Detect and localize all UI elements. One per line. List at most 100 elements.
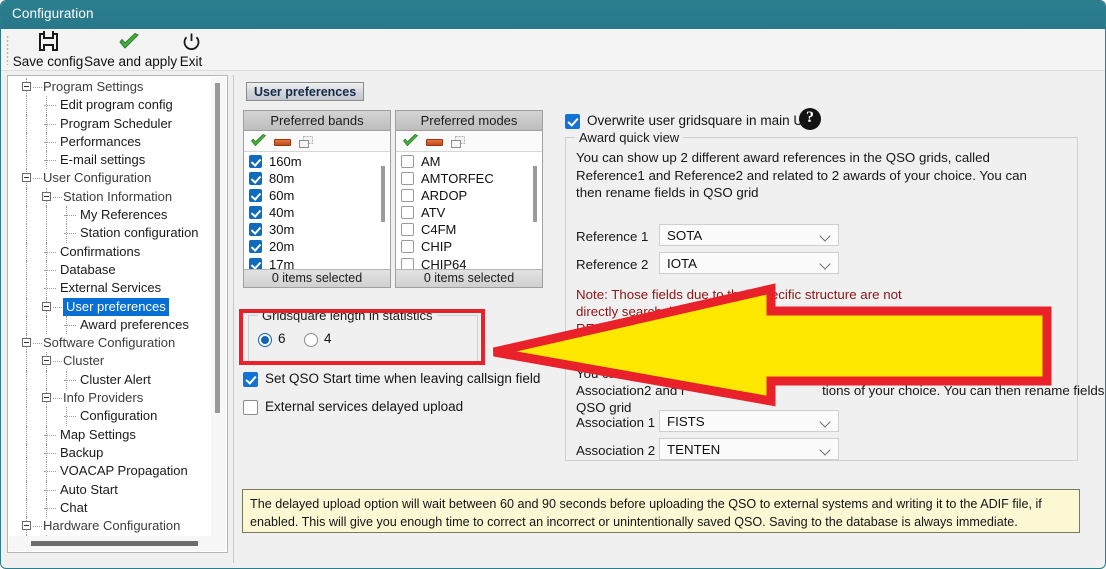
deselect-all-icon[interactable] <box>274 139 291 146</box>
preferred-modes-list[interactable]: AMAMTORFECARDOPATVC4FMCHIPCHIP64CHIP128 <box>396 153 542 269</box>
mode-item[interactable]: C4FM <box>396 221 542 238</box>
question-mark-icon[interactable]: ? <box>799 108 821 130</box>
set-qso-start-checkbox[interactable] <box>243 372 258 387</box>
band-checkbox[interactable] <box>249 155 262 168</box>
tree-expander-icon[interactable] <box>22 82 31 91</box>
sidebar-item-e-mail-settings[interactable]: E-mail settings <box>8 151 211 170</box>
settings-tree[interactable]: Program Settings Edit program config Progr… <box>8 76 211 536</box>
modes-scrollbar[interactable] <box>529 154 541 268</box>
tab-user-preferences[interactable]: User preferences <box>246 82 365 101</box>
sidebar-item-map-settings[interactable]: Map Settings <box>8 425 211 444</box>
tree-expander-icon[interactable] <box>42 191 51 201</box>
sidebar-item-user-preferences[interactable]: User preferences <box>8 297 211 316</box>
award-note-line2: directly searchable. You can search thro… <box>576 304 857 319</box>
sidebar-item-auto-start[interactable]: Auto Start <box>8 480 211 499</box>
exit-button[interactable]: Exit <box>171 31 211 69</box>
gridsquare-length-4-radio[interactable] <box>304 333 318 347</box>
save-config-button[interactable]: Save config <box>10 31 86 69</box>
band-checkbox[interactable] <box>249 172 262 186</box>
sidebar-item-my-references[interactable]: My References <box>8 206 211 225</box>
invert-selection-icon[interactable] <box>451 136 467 154</box>
gridsquare-length-4-label: 4 <box>324 331 332 346</box>
sidebar-item-label: Station configuration <box>80 225 199 241</box>
tree-expander-icon[interactable] <box>42 301 51 311</box>
mode-checkbox[interactable] <box>401 223 414 237</box>
invert-selection-icon[interactable] <box>299 136 315 154</box>
toolbar-grip[interactable] <box>6 35 9 65</box>
sidebar-item-label: Cluster Alert <box>80 371 151 387</box>
sidebar-item-database[interactable]: Database <box>8 260 211 280</box>
gridsquare-length-6-radio[interactable] <box>258 333 272 347</box>
external-delayed-upload-checkbox[interactable] <box>243 400 258 415</box>
tree-expander-icon[interactable] <box>42 393 51 403</box>
sidebar-item-award-preferences[interactable]: Award preferences <box>8 315 211 335</box>
tree-vscroll-thumb[interactable] <box>215 83 220 413</box>
mode-item[interactable]: CHIP64 <box>396 256 542 269</box>
mode-checkbox[interactable] <box>401 172 414 186</box>
band-item[interactable]: 20m <box>244 238 390 255</box>
association1-select[interactable]: FISTS <box>659 410 839 432</box>
band-item[interactable]: 40m <box>244 204 390 221</box>
sidebar-item-configuration[interactable]: Configuration <box>8 407 211 426</box>
sidebar-item-program-scheduler[interactable]: Program Scheduler <box>8 114 211 133</box>
mode-item[interactable]: ARDOP <box>396 187 542 204</box>
mode-checkbox[interactable] <box>401 189 414 203</box>
sidebar-item-voacap-propagation[interactable]: VOACAP Propagation <box>8 462 211 481</box>
sidebar-item-user-configuration[interactable]: User Configuration <box>8 169 211 188</box>
sidebar-item-backup[interactable]: Backup <box>8 443 211 463</box>
bands-scrollbar[interactable] <box>377 154 389 268</box>
sidebar-item-cluster-alert[interactable]: Cluster Alert <box>8 370 211 390</box>
preferred-bands-list[interactable]: 160m80m60m40m30m20m17m15m <box>244 153 390 269</box>
band-checkbox[interactable] <box>249 257 262 269</box>
mode-checkbox[interactable] <box>401 206 414 220</box>
band-checkbox[interactable] <box>249 223 262 237</box>
mode-checkbox[interactable] <box>401 240 414 254</box>
deselect-all-icon[interactable] <box>426 139 443 146</box>
sidebar-item-hardware-configuration[interactable]: Hardware Configuration <box>8 517 211 536</box>
mode-checkbox[interactable] <box>401 155 414 168</box>
select-all-icon[interactable] <box>250 133 267 153</box>
band-checkbox[interactable] <box>249 240 262 254</box>
band-checkbox[interactable] <box>249 206 262 220</box>
sidebar-item-label: Edit program config <box>60 97 173 113</box>
mode-checkbox[interactable] <box>401 257 414 269</box>
tree-expander-icon[interactable] <box>42 356 51 366</box>
band-item[interactable]: 17m <box>244 256 390 269</box>
reference1-select[interactable]: SOTA <box>659 224 839 246</box>
sidebar-item-station-information[interactable]: Station Information <box>8 187 211 207</box>
overwrite-gridsquare-checkbox[interactable] <box>565 114 580 129</box>
tree-expander-icon[interactable] <box>22 521 31 531</box>
sidebar-item-edit-program-config[interactable]: Edit program config <box>8 96 211 115</box>
sidebar-item-info-providers[interactable]: Info Providers <box>8 389 211 408</box>
band-item[interactable]: 80m <box>244 170 390 187</box>
tree-vertical-scrollbar[interactable] <box>211 77 226 536</box>
association2-select[interactable]: TENTEN <box>659 438 839 460</box>
band-item[interactable]: 160m <box>244 153 390 170</box>
save-and-apply-button[interactable]: Save and apply <box>84 31 177 69</box>
tree-hscroll-thumb[interactable] <box>31 541 198 546</box>
tree-expander-icon[interactable] <box>22 338 31 348</box>
band-label: 160m <box>269 154 302 169</box>
mode-item[interactable]: CHIP <box>396 238 542 255</box>
mode-item[interactable]: ATV <box>396 204 542 221</box>
mode-item[interactable]: AMTORFEC <box>396 170 542 187</box>
sidebar-item-confirmations[interactable]: Confirmations <box>8 242 211 261</box>
sidebar-item-program-settings[interactable]: Program Settings <box>8 78 211 97</box>
tree-expander-icon[interactable] <box>22 173 31 183</box>
band-checkbox[interactable] <box>249 189 262 203</box>
sidebar-item-chat[interactable]: Chat <box>8 498 211 518</box>
mode-item[interactable]: AM <box>396 153 542 170</box>
tree-horizontal-scrollbar[interactable] <box>9 536 226 551</box>
award-note-line1: Note: Those fields due to their specific… <box>576 287 902 302</box>
sidebar-item-performances[interactable]: Performances <box>8 132 211 152</box>
sidebar-item-station-configuration[interactable]: Station configuration <box>8 224 211 243</box>
sidebar-item-software-configuration[interactable]: Software Configuration <box>8 334 211 353</box>
external-delayed-upload-label: External services delayed upload <box>265 399 464 414</box>
band-item[interactable]: 30m <box>244 221 390 238</box>
reference2-select[interactable]: IOTA <box>659 252 839 274</box>
sidebar-item-cluster[interactable]: Cluster <box>8 352 211 371</box>
select-all-icon[interactable] <box>402 133 419 153</box>
mode-label: CHIP <box>421 239 453 255</box>
band-item[interactable]: 60m <box>244 187 390 204</box>
sidebar-item-external-services[interactable]: External Services <box>8 279 211 298</box>
